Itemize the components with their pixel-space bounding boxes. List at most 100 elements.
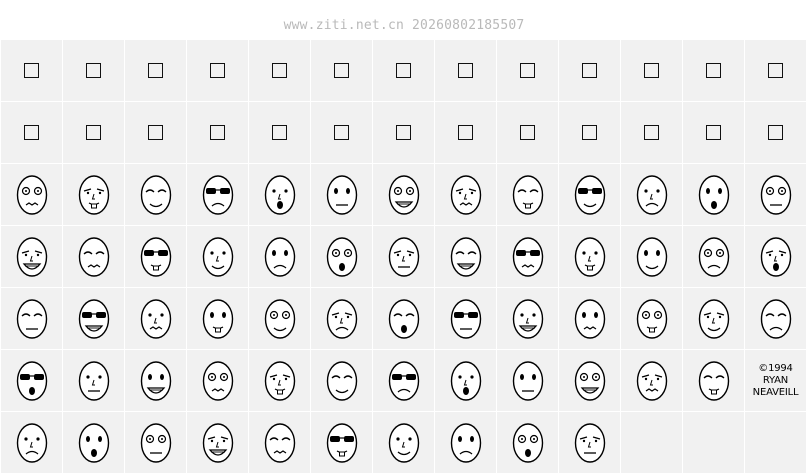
glyph-cell: [63, 350, 124, 411]
face-three-eyes-icon: [202, 422, 233, 463]
glyph-cell: [187, 288, 248, 349]
glyph-cell: [559, 40, 620, 101]
missing-glyph-box: [396, 63, 411, 78]
glyph-cell: [683, 288, 744, 349]
glyph-cell: [373, 40, 434, 101]
glyph-cell: [311, 226, 372, 287]
glyph-cell: [311, 350, 372, 411]
glyph-cell: [1, 412, 62, 473]
face-bowl-cut-icon: [140, 360, 171, 401]
missing-glyph-box: [768, 63, 783, 78]
missing-glyph-box: [396, 125, 411, 140]
missing-glyph-box: [582, 125, 597, 140]
face-sunglasses-bucktooth-icon: [326, 174, 357, 215]
glyph-cell: [497, 226, 558, 287]
glyph-cell: [683, 102, 744, 163]
glyph-cell: [187, 226, 248, 287]
face-alien-eyes-icon: [264, 422, 295, 463]
face-teeth-line-icon: [140, 422, 171, 463]
glyph-cell: [745, 40, 806, 101]
face-devilish-icon: [450, 174, 481, 215]
glyph-cell: [745, 102, 806, 163]
glyph-grid: ©1994 RYAN NEAVEILL: [1, 40, 806, 473]
glyph-cell: [745, 226, 806, 287]
glyph-cell: [559, 412, 620, 473]
glyph-cell: [497, 350, 558, 411]
glyph-cell: [559, 288, 620, 349]
missing-glyph-box: [86, 125, 101, 140]
glyph-cell: [373, 412, 434, 473]
face-bald-smile-icon: [264, 360, 295, 401]
glyph-cell: [683, 350, 744, 411]
glyph-cell: [621, 412, 682, 473]
face-gleeful-icon: [760, 236, 791, 277]
glyph-cell: [249, 164, 310, 225]
glyph-cell: [497, 164, 558, 225]
missing-glyph-box: [706, 125, 721, 140]
missing-glyph-box: [148, 125, 163, 140]
face-sad-frown-icon: [202, 236, 233, 277]
face-sly-icon: [388, 298, 419, 339]
face-wry-icon: [512, 422, 543, 463]
glyph-cell: [373, 350, 434, 411]
glyph-cell: [373, 102, 434, 163]
missing-glyph-box: [520, 63, 535, 78]
glyph-cell: [311, 288, 372, 349]
glyph-cell: [683, 164, 744, 225]
face-huge-grin-icon: [326, 422, 357, 463]
missing-glyph-box: [272, 125, 287, 140]
missing-glyph-box: [24, 63, 39, 78]
glyph-cell: [125, 40, 186, 101]
face-angry-teeth-icon: [388, 174, 419, 215]
glyph-cell: [1, 164, 62, 225]
glyph-cell: [187, 350, 248, 411]
watermark: www.ziti.net.cn 20260802185507: [283, 18, 525, 33]
face-tiny-mouth-icon: [698, 298, 729, 339]
face-ooh-icon: [264, 236, 295, 277]
face-tongue-out-icon: [78, 174, 109, 215]
glyph-cell: [249, 40, 310, 101]
missing-glyph-box: [644, 63, 659, 78]
face-v-mouth-icon: [140, 236, 171, 277]
face-cat-grin-icon: [698, 174, 729, 215]
glyph-cell: [1, 40, 62, 101]
glyph-cell: [311, 412, 372, 473]
missing-glyph-box: [334, 63, 349, 78]
face-open-laugh-icon: [574, 298, 605, 339]
face-curly-hair-icon: [388, 360, 419, 401]
face-grimace-icon: [16, 298, 47, 339]
face-neutral-dots-icon: [16, 236, 47, 277]
glyph-cell: [187, 164, 248, 225]
face-spiral-eyes-icon: [512, 298, 543, 339]
face-eyepatch-icon: [326, 298, 357, 339]
glyph-cell: [249, 350, 310, 411]
glyph-cell: [1, 288, 62, 349]
face-tongue-wink-icon: [636, 236, 667, 277]
glyph-cell: [621, 164, 682, 225]
glyph-cell: [497, 288, 558, 349]
missing-glyph-box: [706, 63, 721, 78]
face-pig-nose-icon: [512, 360, 543, 401]
face-flat-mouth-icon: [698, 236, 729, 277]
face-worried-frown-icon: [388, 236, 419, 277]
glyph-cell: [187, 40, 248, 101]
credit-line2: RYAN: [762, 374, 789, 386]
face-glasses-grin-icon: [140, 174, 171, 215]
face-angry-brow-icon: [574, 360, 605, 401]
glyph-cell: [435, 350, 496, 411]
face-wide-eyes-icon: [16, 422, 47, 463]
glyph-cell: [745, 412, 806, 473]
missing-glyph-box: [458, 125, 473, 140]
glyph-cell: [63, 412, 124, 473]
face-whistle-icon: [698, 360, 729, 401]
face-sleepy-icon: [636, 360, 667, 401]
glyph-cell: [63, 288, 124, 349]
face-long-nose-icon: [202, 298, 233, 339]
glyph-cell: [559, 226, 620, 287]
glyph-cell: [187, 102, 248, 163]
missing-glyph-box: [24, 125, 39, 140]
glyph-cell: [125, 164, 186, 225]
face-square-glasses-icon: [450, 236, 481, 277]
glyph-cell: [125, 102, 186, 163]
glyph-cell: [63, 102, 124, 163]
